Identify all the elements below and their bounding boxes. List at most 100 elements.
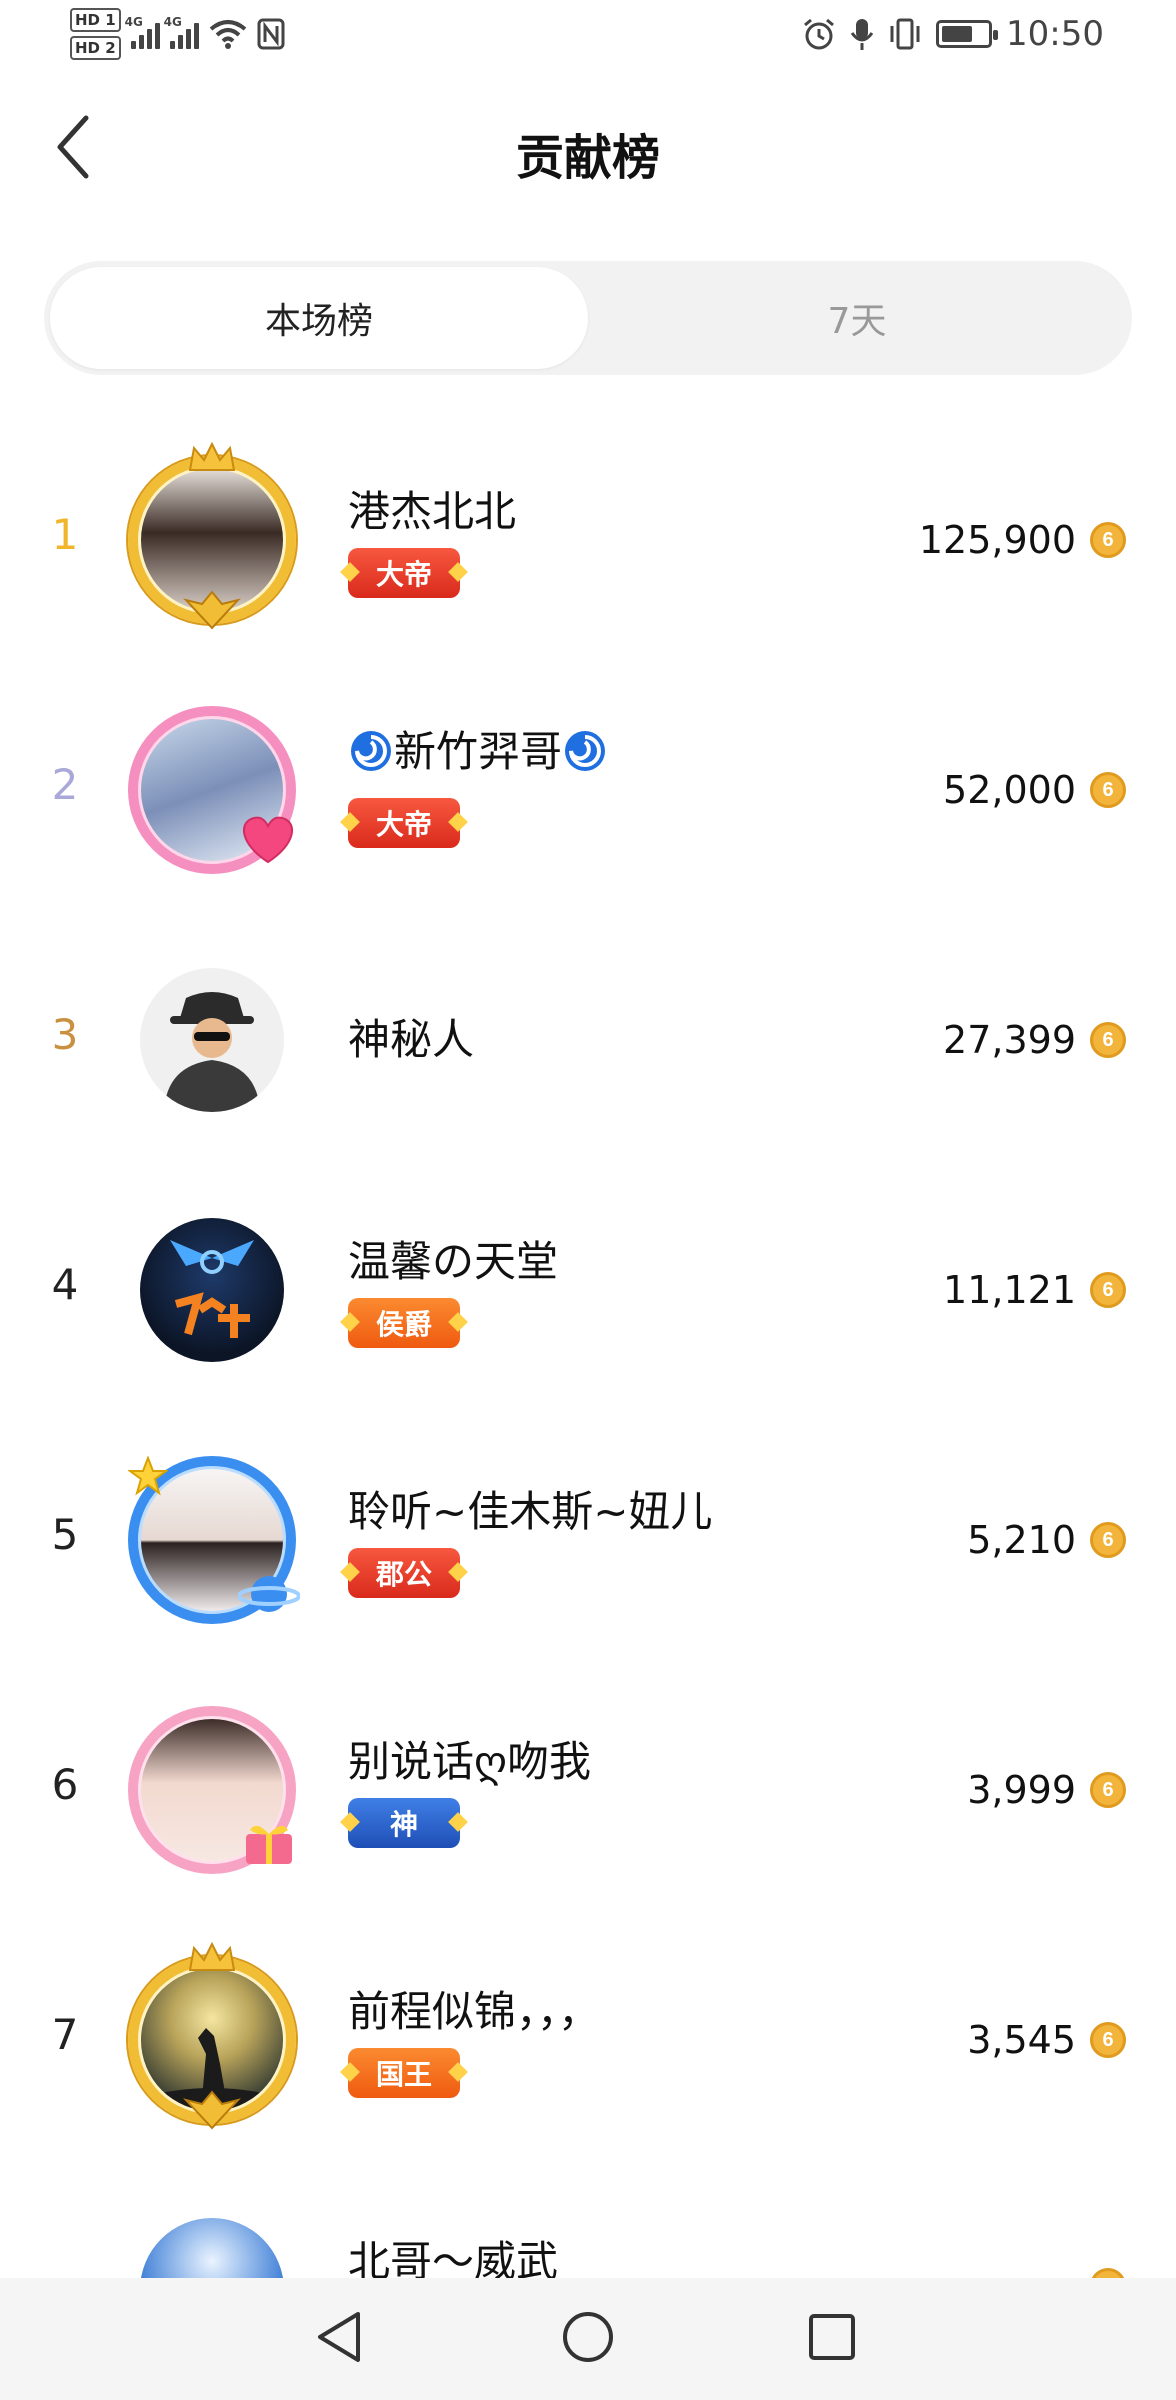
contribution-amount: 27,399 bbox=[943, 1018, 1076, 1062]
ranking-row[interactable]: 北哥～威武 6 bbox=[0, 2160, 1176, 2278]
recents-square-icon bbox=[809, 2314, 855, 2360]
level-badge: 郡公 bbox=[348, 1548, 460, 1598]
contribution-amount: 5,210 bbox=[967, 1518, 1076, 1562]
coin-icon: 6 bbox=[1090, 772, 1126, 808]
avatar[interactable] bbox=[122, 1942, 302, 2130]
swirl-icon bbox=[351, 731, 391, 771]
contribution: 3,999 6 bbox=[967, 1768, 1126, 1812]
user-name: 港杰北北 bbox=[348, 487, 517, 536]
avatar[interactable] bbox=[122, 1700, 302, 1880]
user-name: 神秘人 bbox=[348, 1015, 475, 1064]
hd1-indicator: HD 1 bbox=[70, 8, 121, 32]
ranking-row[interactable]: 6 别说话ღ吻我 神 3,999 6 bbox=[0, 1660, 1176, 1910]
ranking-tabs: 本场榜 7天 bbox=[44, 261, 1132, 375]
system-nav-bar bbox=[0, 2278, 1176, 2400]
coin-icon: 6 bbox=[1090, 2268, 1126, 2278]
coin-icon: 6 bbox=[1090, 1772, 1126, 1808]
avatar[interactable] bbox=[122, 442, 302, 630]
vibrate-icon bbox=[890, 18, 920, 50]
wings-emblem-icon bbox=[182, 590, 242, 630]
status-bar: HD 1 HD 2 4G 4G 10:50 bbox=[0, 0, 1176, 72]
avatar[interactable] bbox=[122, 1200, 302, 1380]
user-name-text: 新竹羿哥 bbox=[394, 727, 563, 776]
avatar[interactable] bbox=[122, 1450, 302, 1630]
rank-number: 2 bbox=[51, 760, 79, 809]
gift-icon bbox=[246, 1825, 292, 1864]
user-name: 聆听~佳木斯~妞儿 bbox=[348, 1487, 713, 1536]
status-right: 10:50 bbox=[802, 14, 1104, 54]
contribution-amount: 125,900 bbox=[918, 518, 1076, 562]
user-name: 别说话ღ吻我 bbox=[348, 1737, 592, 1786]
contribution-amount: 3,545 bbox=[967, 2018, 1076, 2062]
crown-icon bbox=[188, 1942, 236, 1971]
planet-icon bbox=[238, 1576, 300, 1612]
user-name: 前程似锦，，， bbox=[348, 1987, 601, 2036]
avatar[interactable] bbox=[122, 950, 302, 1130]
rank-number: 7 bbox=[51, 2010, 79, 2059]
coin-icon: 6 bbox=[1090, 1022, 1126, 1058]
coin-icon: 6 bbox=[1090, 1272, 1126, 1308]
contribution-amount: 11,121 bbox=[943, 1268, 1076, 1312]
tab-current-session[interactable]: 本场榜 bbox=[50, 267, 588, 369]
contribution: 5,210 6 bbox=[967, 1518, 1126, 1562]
rank-number: 4 bbox=[51, 1260, 79, 1309]
hd-indicators: HD 1 HD 2 bbox=[70, 8, 121, 60]
clock: 10:50 bbox=[1006, 14, 1104, 54]
mic-icon bbox=[850, 19, 874, 50]
rank-number: 3 bbox=[51, 1010, 79, 1059]
tab-7-days[interactable]: 7天 bbox=[588, 267, 1126, 369]
signal-icon: 4G bbox=[164, 15, 199, 49]
battery-icon bbox=[936, 20, 999, 48]
ranking-row[interactable]: 3 神秘人 27,399 6 bbox=[0, 910, 1176, 1160]
rank-number: 1 bbox=[51, 510, 79, 559]
user-name: 北哥～威武 bbox=[348, 2237, 559, 2278]
contribution: 125,900 6 bbox=[919, 518, 1126, 562]
back-triangle-icon bbox=[318, 2312, 360, 2362]
nfc-icon bbox=[257, 18, 285, 50]
star-icon bbox=[128, 1456, 168, 1496]
contribution: 52,000 6 bbox=[943, 768, 1126, 812]
wings-logo-icon bbox=[170, 1240, 254, 1338]
avatar[interactable] bbox=[122, 2200, 302, 2278]
contribution-amount: 3,999 bbox=[967, 1768, 1076, 1812]
coin-icon: 6 bbox=[1090, 1522, 1126, 1558]
hd2-indicator: HD 2 bbox=[70, 36, 121, 60]
level-badge: 国王 bbox=[348, 2048, 460, 2098]
nav-back-button[interactable] bbox=[306, 2302, 376, 2372]
level-badge: 大帝 bbox=[348, 548, 460, 598]
contribution: 6 bbox=[1090, 2268, 1126, 2278]
level-badge: 侯爵 bbox=[348, 1298, 460, 1348]
ranking-row[interactable]: 7 前程似锦，，， 国王 3,545 6 bbox=[0, 1910, 1176, 2160]
ranking-row[interactable]: 1 港杰北北 大帝 125,900 6 bbox=[0, 410, 1176, 660]
alarm-icon bbox=[804, 18, 834, 50]
crown-icon bbox=[188, 442, 236, 471]
ranking-row[interactable]: 4 温馨の天堂 侯爵 11,121 6 bbox=[0, 1160, 1176, 1410]
nav-recents-button[interactable] bbox=[797, 2302, 867, 2372]
home-circle-icon bbox=[563, 2312, 613, 2362]
ranking-list: 1 港杰北北 大帝 125,900 6 2 新竹羿哥 大帝 52,000 6 3… bbox=[0, 410, 1176, 2278]
avatar[interactable] bbox=[122, 700, 302, 880]
ranking-row[interactable]: 2 新竹羿哥 大帝 52,000 6 bbox=[0, 660, 1176, 910]
mystery-person-icon bbox=[164, 992, 260, 1112]
wings-emblem-icon bbox=[182, 2090, 242, 2130]
heart-icon bbox=[243, 816, 293, 864]
rank-number: 6 bbox=[51, 1760, 79, 1809]
wifi-icon bbox=[209, 20, 246, 49]
ranking-row[interactable]: 5 聆听~佳木斯~妞儿 郡公 5,210 6 bbox=[0, 1410, 1176, 1660]
signal-icon: 4G bbox=[125, 15, 160, 49]
contribution: 3,545 6 bbox=[967, 2018, 1126, 2062]
user-name: 新竹羿哥 bbox=[348, 718, 608, 779]
rank-number: 5 bbox=[51, 1510, 79, 1559]
contribution: 27,399 6 bbox=[943, 1018, 1126, 1062]
swirl-icon bbox=[565, 731, 606, 771]
nav-home-button[interactable] bbox=[553, 2302, 623, 2372]
page-title: 贡献榜 bbox=[515, 130, 660, 186]
coin-icon: 6 bbox=[1090, 522, 1126, 558]
coin-icon: 6 bbox=[1090, 2022, 1126, 2058]
level-badge: 大帝 bbox=[348, 798, 460, 848]
contribution-amount: 52,000 bbox=[943, 768, 1076, 812]
status-left: HD 1 HD 2 4G 4G bbox=[70, 8, 285, 60]
contribution: 11,121 6 bbox=[943, 1268, 1126, 1312]
level-badge: 神 bbox=[348, 1798, 460, 1848]
user-name: 温馨の天堂 bbox=[348, 1237, 559, 1286]
